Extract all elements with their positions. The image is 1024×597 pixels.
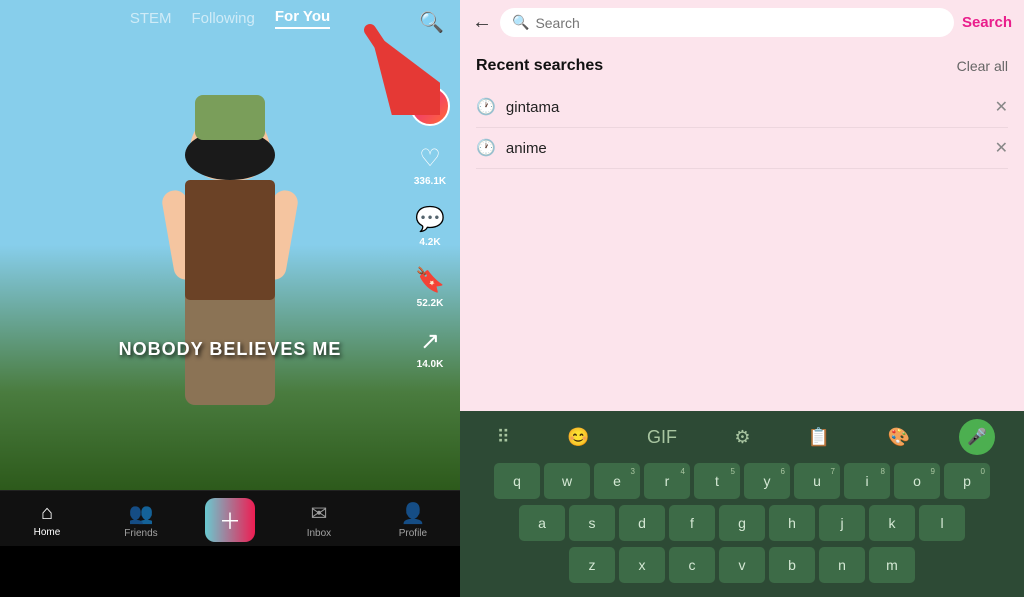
search-header: ← 🔍 Search [460, 0, 1024, 45]
red-arrow-icon [350, 15, 440, 115]
keyboard-toolbar: ⠿ 😊 GIF ⚙ 📋 🎨 🎤 [464, 419, 1020, 455]
search-input-wrapper: 🔍 [500, 8, 954, 37]
video-background: NOBODY BELIEVES ME ♡ 336.1K 💬 4.2K 🔖 52.… [0, 0, 460, 490]
remove-gintama-button[interactable]: ✕ [995, 97, 1008, 117]
key-w[interactable]: w [544, 463, 590, 499]
friends-icon: 👥 [129, 501, 154, 526]
key-e[interactable]: e3 [594, 463, 640, 499]
microphone-button[interactable]: 🎤 [959, 419, 995, 455]
key-q[interactable]: q [494, 463, 540, 499]
remove-anime-button[interactable]: ✕ [995, 138, 1008, 158]
tab-friends[interactable]: 👥 Friends [111, 501, 171, 539]
kb-emoji-icon[interactable]: 😊 [559, 423, 597, 452]
key-z[interactable]: z [569, 547, 615, 583]
nav-stem[interactable]: STEM [130, 10, 172, 27]
search-button[interactable]: Search [962, 14, 1012, 31]
action-buttons: ♡ 336.1K 💬 4.2K 🔖 52.2K ↗ 14.0K [410, 86, 450, 370]
key-h[interactable]: h [769, 505, 815, 541]
inbox-icon: ✉ [311, 501, 328, 526]
character-figure [130, 110, 330, 430]
key-a[interactable]: a [519, 505, 565, 541]
key-o[interactable]: o9 [894, 463, 940, 499]
key-i[interactable]: i8 [844, 463, 890, 499]
key-c[interactable]: c [669, 547, 715, 583]
key-m[interactable]: m [869, 547, 915, 583]
share-button[interactable]: ↗ 14.0K [417, 327, 444, 370]
tab-profile[interactable]: 👤 Profile [383, 501, 443, 539]
key-j[interactable]: j [819, 505, 865, 541]
kb-clipboard-icon[interactable]: 📋 [800, 423, 838, 452]
kb-palette-icon[interactable]: 🎨 [880, 423, 918, 452]
keyboard-row-3: z x c v b n m [464, 547, 1020, 583]
back-arrow-icon[interactable]: ← [472, 11, 492, 34]
recent-search-text-2: anime [506, 140, 547, 157]
profile-icon: 👤 [400, 501, 425, 526]
recent-searches-title: Recent searches [476, 57, 603, 75]
key-v[interactable]: v [719, 547, 765, 583]
right-panel: ← 🔍 Search Recent searches Clear all 🕐 g… [460, 0, 1024, 597]
clear-all-button[interactable]: Clear all [957, 58, 1008, 74]
clock-icon-2: 🕐 [476, 138, 496, 158]
comment-button[interactable]: 💬 4.2K [415, 205, 445, 248]
kb-grid-icon[interactable]: ⠿ [489, 423, 518, 452]
video-text-overlay: NOBODY BELIEVES ME [119, 339, 342, 360]
recent-searches-section: Recent searches Clear all 🕐 gintama ✕ 🕐 … [460, 45, 1024, 181]
key-r[interactable]: r4 [644, 463, 690, 499]
nav-for-you[interactable]: For You [275, 8, 330, 29]
kb-settings-icon[interactable]: ⚙ [726, 423, 758, 452]
key-d[interactable]: d [619, 505, 665, 541]
clock-icon: 🕐 [476, 97, 496, 117]
video-area: NOBODY BELIEVES ME ♡ 336.1K 💬 4.2K 🔖 52.… [0, 0, 460, 490]
key-b[interactable]: b [769, 547, 815, 583]
kb-gif-button[interactable]: GIF [639, 423, 685, 452]
key-p[interactable]: p0 [944, 463, 990, 499]
key-n[interactable]: n [819, 547, 865, 583]
recent-item-anime[interactable]: 🕐 anime ✕ [476, 128, 1008, 169]
recent-item-gintama[interactable]: 🕐 gintama ✕ [476, 87, 1008, 128]
key-x[interactable]: x [619, 547, 665, 583]
key-k[interactable]: k [869, 505, 915, 541]
bottom-nav: ⌂ Home 👥 Friends ＋ ✉ Inbox 👤 Profile [0, 490, 460, 546]
key-f[interactable]: f [669, 505, 715, 541]
like-button[interactable]: ♡ 336.1K [414, 144, 446, 187]
bookmark-button[interactable]: 🔖 52.2K [415, 266, 445, 309]
key-y[interactable]: y6 [744, 463, 790, 499]
key-u[interactable]: u7 [794, 463, 840, 499]
keyboard-row-2: a s d f g h j k l [464, 505, 1020, 541]
tab-profile-label: Profile [399, 528, 427, 539]
keyboard: ⠿ 😊 GIF ⚙ 📋 🎨 🎤 q w e3 r4 t5 y6 u7 i8 o9… [460, 411, 1024, 597]
add-button[interactable]: ＋ [205, 498, 255, 542]
tab-friends-label: Friends [124, 528, 157, 539]
key-t[interactable]: t5 [694, 463, 740, 499]
key-g[interactable]: g [719, 505, 765, 541]
home-icon: ⌂ [41, 502, 53, 525]
search-input[interactable] [535, 15, 942, 31]
search-magnifier-icon: 🔍 [512, 14, 529, 31]
key-s[interactable]: s [569, 505, 615, 541]
recent-header: Recent searches Clear all [476, 57, 1008, 75]
recent-search-text: gintama [506, 99, 559, 116]
tab-inbox[interactable]: ✉ Inbox [289, 501, 349, 539]
add-icon: ＋ [219, 504, 241, 536]
tab-home[interactable]: ⌂ Home [17, 502, 77, 538]
keyboard-row-1: q w e3 r4 t5 y6 u7 i8 o9 p0 [464, 463, 1020, 499]
tab-home-label: Home [34, 527, 61, 538]
left-panel: STEM Following For You 🔍 [0, 0, 460, 597]
share-count: 14.0K [417, 359, 444, 370]
tab-inbox-label: Inbox [307, 528, 331, 539]
key-l[interactable]: l [919, 505, 965, 541]
bookmark-count: 52.2K [417, 298, 444, 309]
nav-following[interactable]: Following [192, 10, 255, 27]
